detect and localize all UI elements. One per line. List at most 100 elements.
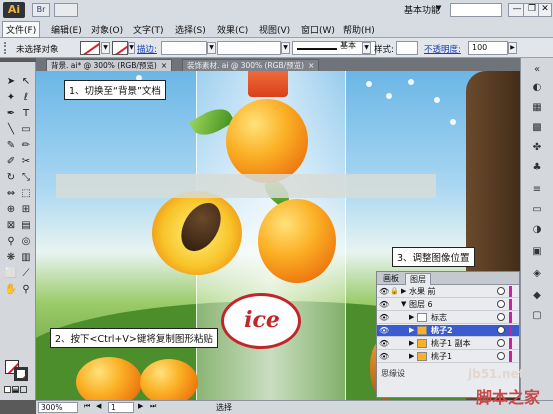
color-guide-icon[interactable]: ▦ — [529, 102, 545, 114]
tab-artboards[interactable]: 画板 — [379, 273, 403, 285]
sublayer-row[interactable]: 👁 ▶ 桃子1 副本 — [377, 338, 519, 350]
line-tool-icon[interactable]: ╲ — [4, 124, 18, 136]
gradient-panel-icon[interactable]: ▭ — [529, 204, 545, 216]
opacity-label[interactable]: 不透明度: — [424, 43, 461, 55]
menu-effect[interactable]: 效果(C) — [214, 22, 251, 37]
tab-close-icon[interactable]: × — [161, 61, 167, 70]
stroke-swatch[interactable] — [112, 41, 128, 55]
gradient-mode-icon[interactable] — [12, 386, 19, 393]
next-artboard-icon[interactable]: ▶ — [138, 402, 143, 410]
zoom-level-field[interactable]: 300% — [38, 402, 78, 413]
stroke-color-icon[interactable] — [14, 367, 28, 381]
artboard-number-field[interactable]: 1 — [108, 402, 134, 413]
tab-background-doc[interactable]: 背景. ai* @ 300% (RGB/预览) × — [46, 59, 173, 71]
lock-icon[interactable]: 🔒 — [390, 286, 399, 297]
workspace-switcher[interactable]: 基本功能 — [404, 3, 440, 16]
zoom-tool-icon[interactable]: ⚲ — [19, 284, 33, 296]
tab-decoration-doc[interactable]: 装饰素材. ai @ 300% (RGB/预览) × — [182, 59, 320, 71]
stroke-panel-icon[interactable]: ≡ — [529, 184, 545, 196]
color-panel-icon[interactable]: ◐ — [529, 82, 545, 94]
expand-arrow-icon[interactable]: ▶ — [401, 286, 406, 297]
workspace-dropdown-icon[interactable]: ▼ — [436, 4, 441, 12]
expand-arrow-icon[interactable]: ▶ — [409, 312, 414, 323]
collapse-panels-icon[interactable]: « — [529, 64, 545, 76]
fill-swatch[interactable] — [80, 41, 100, 55]
previous-artboard-icon[interactable]: ◀ — [96, 402, 101, 410]
gradient-tool-icon[interactable]: ▤ — [19, 220, 33, 232]
fill-stroke-widget[interactable] — [5, 360, 31, 382]
peach-right[interactable] — [258, 199, 336, 283]
symbols-panel-icon[interactable]: ♣ — [529, 162, 545, 174]
menu-edit[interactable]: 编辑(E) — [48, 22, 85, 37]
artboard-tool-icon[interactable]: ⬜ — [4, 268, 18, 280]
visibility-eye-icon[interactable]: 👁 — [379, 286, 389, 297]
brushes-panel-icon[interactable]: ✤ — [529, 142, 545, 154]
visibility-eye-icon[interactable]: 👁 — [379, 351, 389, 362]
more-options-icon[interactable] — [524, 42, 548, 54]
menu-type[interactable]: 文字(T) — [130, 22, 167, 37]
blob-brush-tool-icon[interactable]: ✐ — [4, 156, 18, 168]
artboards-panel-icon[interactable]: ▢ — [529, 310, 545, 322]
expand-arrow-icon[interactable]: ▶ — [409, 325, 414, 336]
menu-file[interactable]: 文件(F) — [2, 21, 41, 38]
expand-arrow-icon[interactable]: ▶ — [409, 351, 414, 362]
stroke-weight-field[interactable] — [161, 41, 207, 55]
tab-layers[interactable]: 图层 — [405, 273, 431, 285]
hand-tool-icon[interactable]: ✋ — [4, 284, 18, 296]
shape-builder-tool-icon[interactable]: ⊕ — [4, 204, 18, 216]
stroke-label[interactable]: 描边: — [137, 43, 157, 55]
layers-panel-icon[interactable]: ◆ — [529, 290, 545, 302]
sublayer-row-selected[interactable]: 👁 ▶ 桃子2 — [377, 325, 519, 337]
menu-view[interactable]: 视图(V) — [256, 22, 293, 37]
menu-window[interactable]: 窗口(W) — [298, 22, 338, 37]
symbol-sprayer-tool-icon[interactable]: ❋ — [4, 252, 18, 264]
sublayer-row[interactable]: 👁 ▶ 标志 — [377, 312, 519, 324]
color-mode-buttons[interactable] — [4, 386, 32, 395]
perspective-grid-tool-icon[interactable]: ⊞ — [19, 204, 33, 216]
eraser-tool-icon[interactable]: ✂ — [19, 156, 33, 168]
type-tool-icon[interactable]: T — [19, 108, 33, 120]
magic-wand-tool-icon[interactable]: ✦ — [4, 92, 18, 104]
selection-tool-icon[interactable]: ➤ — [4, 76, 18, 88]
rectangle-tool-icon[interactable]: ▭ — [19, 124, 33, 136]
fill-dropdown-icon[interactable]: ▼ — [101, 42, 110, 54]
grip-handle[interactable] — [4, 42, 8, 54]
target-circle-icon[interactable] — [497, 326, 505, 334]
expand-arrow-icon[interactable]: ▶ — [409, 338, 414, 349]
visibility-eye-icon[interactable]: 👁 — [379, 325, 389, 336]
opacity-field[interactable]: 100 — [468, 41, 508, 55]
appearance-panel-icon[interactable]: ▣ — [529, 246, 545, 258]
lasso-tool-icon[interactable]: ℓ — [19, 92, 33, 104]
stroke-weight-dropdown-icon[interactable]: ▼ — [207, 42, 216, 54]
visibility-eye-icon[interactable]: 👁 — [379, 312, 389, 323]
peach-top[interactable] — [226, 99, 308, 183]
bridge-button[interactable]: Br — [32, 3, 50, 17]
visibility-eye-icon[interactable]: 👁 — [379, 299, 389, 310]
expand-arrow-icon[interactable]: ▼ — [401, 299, 406, 310]
search-input[interactable] — [450, 3, 502, 17]
graphic-styles-icon[interactable]: ◈ — [529, 268, 545, 280]
menu-select[interactable]: 选择(S) — [172, 22, 209, 37]
column-graph-tool-icon[interactable]: ▥ — [19, 252, 33, 264]
slice-tool-icon[interactable]: ⟋ — [19, 268, 33, 280]
mesh-tool-icon[interactable]: ⊠ — [4, 220, 18, 232]
target-circle-icon[interactable] — [497, 287, 505, 295]
color-mode-icon[interactable] — [4, 386, 11, 393]
tab-close-icon[interactable]: × — [308, 61, 314, 70]
stroke-dropdown-icon[interactable]: ▼ — [128, 42, 135, 54]
target-circle-icon[interactable] — [497, 339, 505, 347]
free-transform-tool-icon[interactable]: ⬚ — [19, 188, 33, 200]
style-swatch[interactable] — [396, 41, 418, 55]
swatches-panel-icon[interactable]: ▩ — [529, 122, 545, 134]
brush-dropdown-icon[interactable]: ▼ — [362, 42, 371, 54]
close-button[interactable]: ✕ — [538, 3, 552, 17]
pen-tool-icon[interactable]: ✒ — [4, 108, 18, 120]
pencil-tool-icon[interactable]: ✏ — [19, 140, 33, 152]
transparency-panel-icon[interactable]: ◑ — [529, 224, 545, 236]
variable-width-field[interactable] — [217, 41, 281, 55]
opacity-dropdown-icon[interactable]: ▶ — [508, 42, 517, 54]
paintbrush-tool-icon[interactable]: ✎ — [4, 140, 18, 152]
target-circle-icon[interactable] — [497, 300, 505, 308]
width-tool-icon[interactable]: ⇔ — [4, 188, 18, 200]
target-circle-icon[interactable] — [497, 313, 505, 321]
